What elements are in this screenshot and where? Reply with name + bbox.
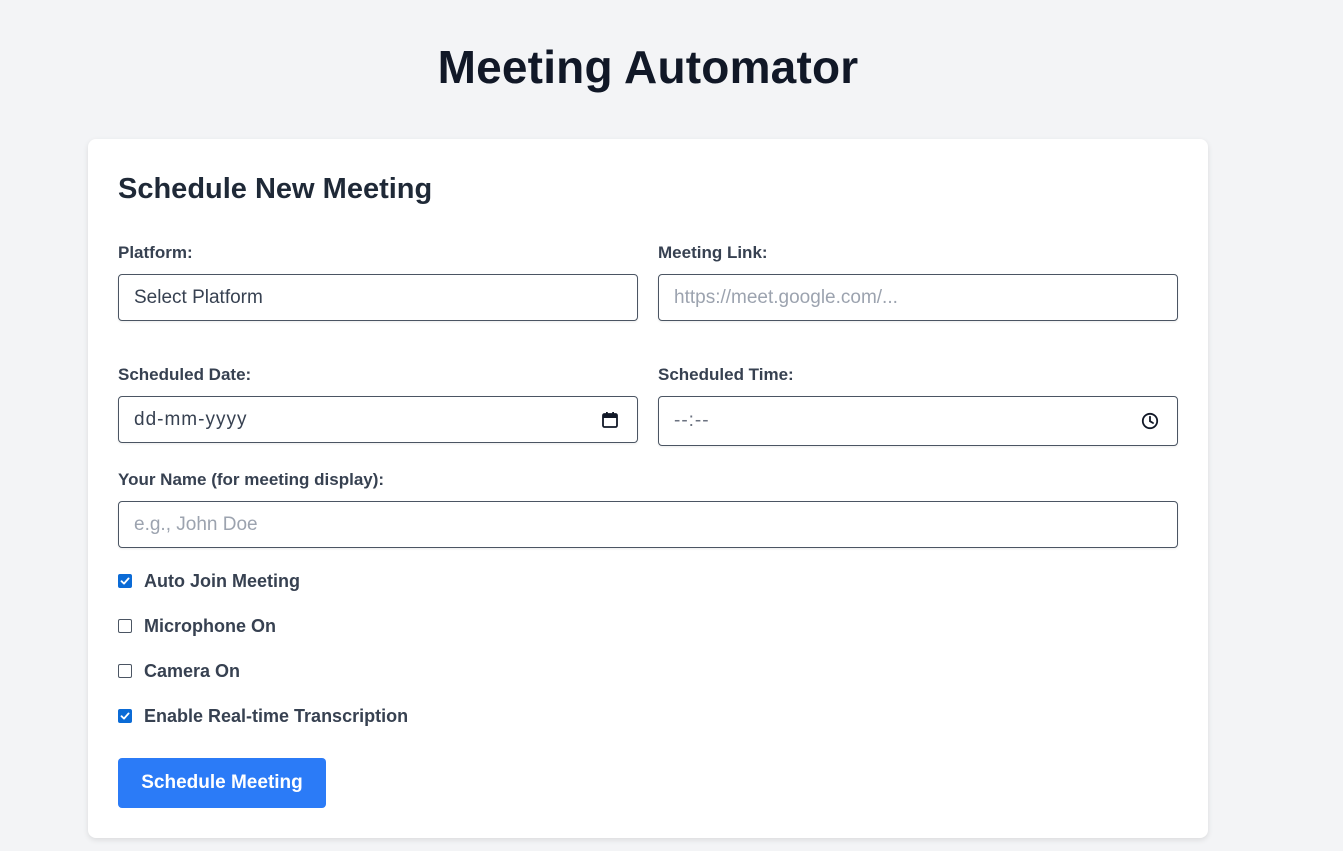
schedule-meeting-button[interactable]: Schedule Meeting [118, 758, 326, 808]
platform-select[interactable]: Select Platform [118, 274, 638, 321]
auto-join-checkbox[interactable] [118, 574, 132, 588]
name-input[interactable]: e.g., John Doe [118, 501, 1178, 548]
transcription-option[interactable]: Enable Real-time Transcription [118, 704, 408, 728]
auto-join-label: Auto Join Meeting [144, 570, 300, 591]
transcription-checkbox[interactable] [118, 709, 132, 723]
platform-label: Platform: [118, 243, 193, 262]
camera-checkbox[interactable] [118, 664, 132, 678]
clock-icon[interactable] [1141, 412, 1159, 430]
meeting-link-label: Meeting Link: [658, 243, 768, 262]
platform-select-value: Select Platform [134, 286, 263, 308]
microphone-label: Microphone On [144, 615, 276, 636]
date-input[interactable]: dd-mm-yyyy [118, 396, 638, 443]
camera-label: Camera On [144, 660, 241, 681]
form-title: Schedule New Meeting [118, 173, 433, 205]
app-title: Meeting Automator [437, 41, 859, 93]
microphone-option[interactable]: Microphone On [118, 614, 276, 638]
name-label: Your Name (for meeting display): [118, 470, 385, 489]
name-input-placeholder: e.g., John Doe [134, 513, 258, 535]
meeting-link-placeholder: https://meet.google.com/... [674, 286, 898, 308]
time-label: Scheduled Time: [658, 365, 794, 384]
calendar-icon[interactable] [601, 411, 619, 429]
auto-join-option[interactable]: Auto Join Meeting [118, 569, 300, 593]
transcription-label: Enable Real-time Transcription [144, 705, 409, 726]
schedule-meeting-card: Schedule New Meeting Platform: Select Pl… [88, 139, 1208, 838]
meeting-link-input[interactable]: https://meet.google.com/... [658, 274, 1178, 321]
date-input-value: dd-mm-yyyy [134, 408, 248, 430]
date-label: Scheduled Date: [118, 365, 252, 384]
microphone-checkbox[interactable] [118, 619, 132, 633]
time-input[interactable]: --:-- [658, 396, 1178, 446]
camera-option[interactable]: Camera On [118, 659, 240, 683]
time-input-value: --:-- [674, 410, 710, 431]
